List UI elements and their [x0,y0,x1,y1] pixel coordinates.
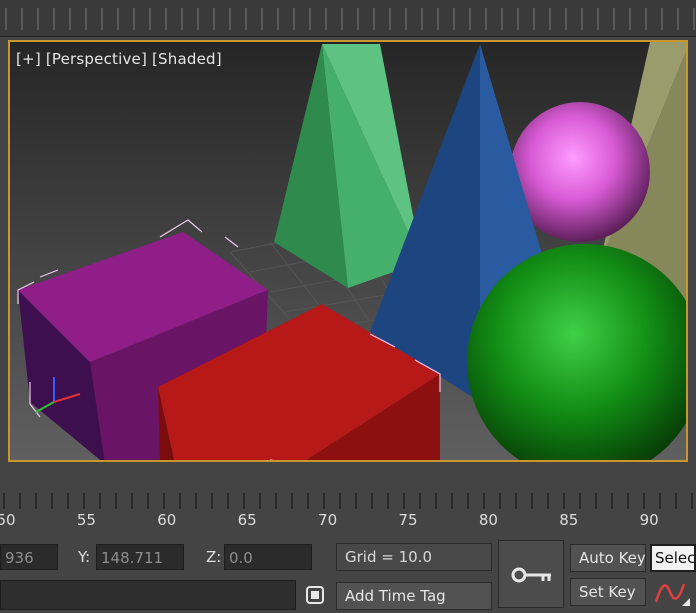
set-keys-button[interactable] [498,540,564,608]
x-coordinate-field[interactable]: 936 [0,544,58,570]
frame-number: 70 [318,511,338,529]
frame-number: 85 [559,511,579,529]
add-time-tag-button[interactable]: Add Time Tag [336,582,492,610]
viewport-general-menu[interactable]: [+] [16,50,41,68]
z-label: Z: [206,548,222,566]
frame-number: 60 [157,511,177,529]
prompt-line[interactable] [0,580,296,610]
y-coordinate-field[interactable]: 148.711 [96,544,184,570]
key-filter-selected-dropdown[interactable]: Selec [650,544,696,572]
status-bar: 936 Y: 148.711 Z: 0.0 Grid = 10.0 Add Ti… [0,538,696,613]
perspective-viewport[interactable]: [+] [Perspective] [Shaded] [8,40,688,462]
track-bar-numbers: 50 55 60 65 70 75 80 85 90 [0,511,696,531]
auto-key-button[interactable]: Auto Key [570,544,646,572]
frame-number: 80 [478,511,498,529]
frame-number: 50 [0,511,16,529]
viewport-label-menu[interactable]: [+] [Perspective] [Shaded] [16,50,222,68]
curve-editor-icon[interactable] [652,578,692,608]
viewport-shading-menu[interactable]: [Shaded] [152,50,222,68]
top-time-ruler[interactable] [0,0,696,37]
grid-size-display: Grid = 10.0 [336,543,492,571]
track-bar-ticks [3,493,693,509]
viewport-scene [10,42,686,460]
set-key-button[interactable]: Set Key [570,578,646,606]
viewport-point-of-view-menu[interactable]: [Perspective] [46,50,147,68]
z-coordinate-field[interactable]: 0.0 [224,544,312,570]
track-bar[interactable]: 50 55 60 65 70 75 80 85 90 [0,489,696,539]
selection-lock-icon[interactable] [302,582,328,608]
key-icon [511,567,551,583]
frame-number: 65 [237,511,257,529]
frame-number: 90 [639,511,659,529]
top-ruler-ticks [5,8,695,30]
frame-number: 75 [398,511,418,529]
y-label: Y: [78,548,91,566]
frame-number: 55 [76,511,96,529]
